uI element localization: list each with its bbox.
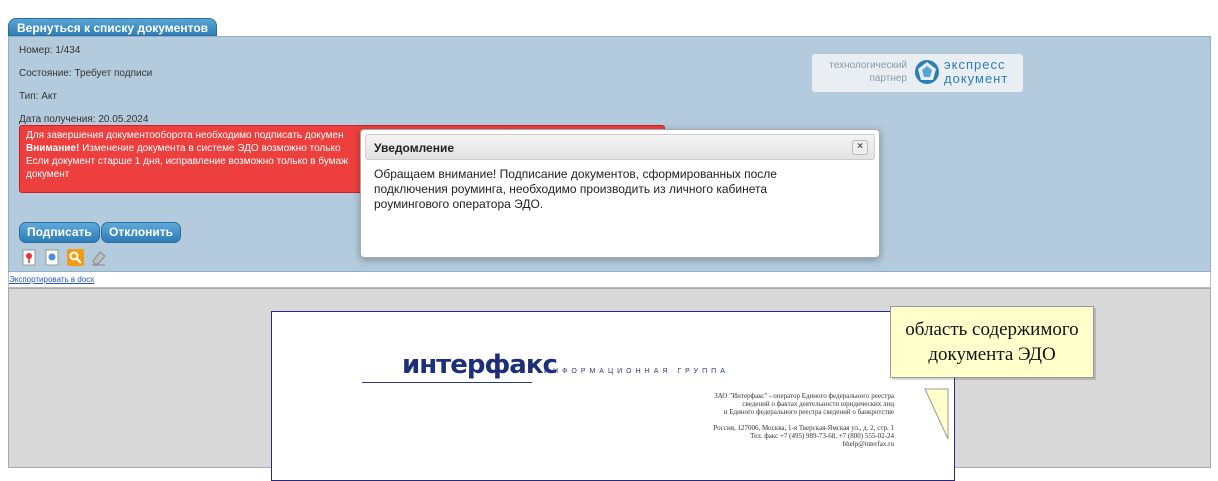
callout-line-2: документа ЭДО bbox=[928, 344, 1056, 365]
callout-line-1: область содержимого bbox=[905, 319, 1079, 340]
export-docx-link[interactable]: Экспортировать в docx bbox=[9, 275, 94, 284]
company-line-1: ЗАО "Интерфакс" - оператор Единого федер… bbox=[714, 392, 894, 400]
sign-button[interactable]: Подписать bbox=[19, 222, 100, 243]
wordmark-line-2: документ bbox=[944, 71, 1009, 86]
doc-number: Номер: 1/434 bbox=[19, 45, 81, 56]
address-line-3: bhelp@interfax.ru bbox=[842, 440, 894, 448]
dialog-title: Уведомление bbox=[374, 141, 455, 155]
dialog-header: Уведомление × bbox=[365, 134, 875, 160]
interfax-logo-text: интерфакс bbox=[402, 350, 558, 380]
partner-logo: технологический партнер экспресс докумен… bbox=[812, 54, 1023, 92]
wordmark-line-1: экспресс bbox=[944, 57, 1006, 72]
alert-line-2-text: Изменение документа в системе ЭДО возмож… bbox=[79, 143, 341, 154]
company-line-2: сведений о фактах деятельности юридическ… bbox=[742, 400, 894, 408]
company-address: Россия, 127006, Москва, 1-я Тверская-Ямс… bbox=[713, 424, 894, 448]
alert-attention: Внимание! bbox=[26, 143, 80, 154]
notification-dialog: Уведомление × Обращаем внимание! Подписа… bbox=[360, 129, 880, 258]
annotation-callout: область содержимого документа ЭДО bbox=[890, 306, 1094, 378]
logo-underline bbox=[362, 382, 532, 383]
company-line-3: и Единого федерального реестра сведений … bbox=[723, 408, 894, 416]
express-document-wordmark: экспресс документ bbox=[944, 58, 1008, 86]
interfax-tagline: ИНФОРМАЦИОННАЯ ГРУППА bbox=[544, 368, 729, 375]
doc-type: Тип: Акт bbox=[19, 91, 57, 102]
close-icon[interactable]: × bbox=[852, 140, 868, 155]
address-line-1: Россия, 127006, Москва, 1-я Тверская-Ямс… bbox=[713, 424, 894, 432]
document-pin-icon[interactable] bbox=[21, 249, 38, 266]
document-view-icon[interactable] bbox=[44, 249, 61, 266]
eraser-icon[interactable] bbox=[90, 249, 107, 266]
search-icon[interactable] bbox=[67, 249, 84, 266]
doc-received-date: Дата получения: 20.05.2024 bbox=[19, 114, 149, 125]
doc-status: Состояние: Требует подписи bbox=[19, 68, 153, 79]
document-page: интерфакс ИНФОРМАЦИОННАЯ ГРУППА ЗАО "Инт… bbox=[271, 311, 955, 481]
partner-label-line-1: технологический bbox=[829, 60, 907, 71]
reject-button[interactable]: Отклонить bbox=[101, 222, 182, 243]
company-description: ЗАО "Интерфакс" - оператор Единого федер… bbox=[714, 392, 894, 416]
address-line-2: Тел. факс +7 (495) 989-73-68, +7 (800) 5… bbox=[750, 432, 894, 440]
dialog-message: Обращаем внимание! Подписание документов… bbox=[374, 167, 777, 211]
partner-label: технологический партнер bbox=[829, 59, 907, 85]
export-bar: Экспортировать в docx bbox=[8, 272, 1211, 288]
express-document-logo-icon bbox=[915, 60, 939, 84]
back-to-list-button[interactable]: Вернуться к списку документов bbox=[8, 18, 218, 36]
partner-label-line-2: партнер bbox=[869, 73, 907, 84]
